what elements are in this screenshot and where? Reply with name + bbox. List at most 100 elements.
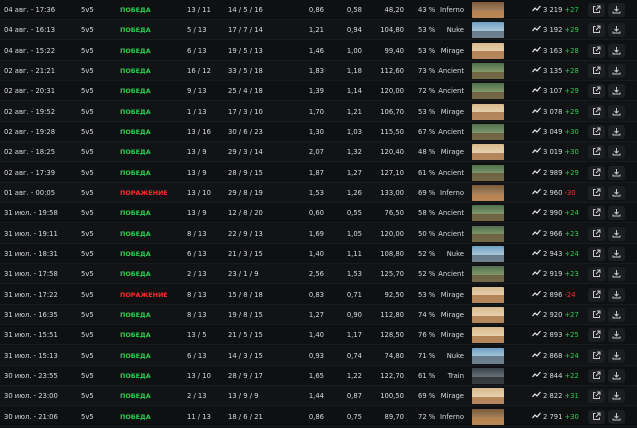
match-row[interactable]: 04 авг. - 16:13 5v5 ПОБЕДА 5 / 13 17 / 7… bbox=[0, 20, 637, 41]
download-demo-button[interactable] bbox=[608, 409, 625, 424]
open-match-button[interactable] bbox=[588, 23, 605, 38]
elo-delta: +27 bbox=[564, 6, 579, 14]
open-match-button[interactable] bbox=[588, 185, 605, 200]
open-match-button[interactable] bbox=[588, 206, 605, 221]
match-result: ПОБЕДА bbox=[120, 371, 151, 380]
download-demo-button[interactable] bbox=[608, 84, 625, 99]
elo-delta: +22 bbox=[564, 371, 579, 380]
match-score: 2 / 13 bbox=[187, 270, 207, 279]
download-demo-button[interactable] bbox=[608, 348, 625, 363]
match-row[interactable]: 30 июл. - 23:55 5v5 ПОБЕДА 13 / 10 28 / … bbox=[0, 366, 637, 386]
elo-value: 2 920 bbox=[543, 310, 563, 319]
download-demo-button[interactable] bbox=[608, 165, 625, 180]
map-thumbnail bbox=[472, 327, 504, 344]
match-date: 30 июл. - 23:00 bbox=[4, 392, 58, 401]
match-row[interactable]: 31 июл. - 15:51 5v5 ПОБЕДА 13 / 5 21 / 5… bbox=[0, 325, 637, 346]
open-match-button[interactable] bbox=[588, 3, 605, 17]
elo-value: 3 163 bbox=[543, 46, 563, 55]
match-row[interactable]: 31 июл. - 18:31 5v5 ПОБЕДА 6 / 13 21 / 3… bbox=[0, 244, 637, 264]
open-match-button[interactable] bbox=[588, 328, 605, 343]
download-demo-button[interactable] bbox=[608, 124, 625, 139]
match-row[interactable]: 02 авг. - 21:21 5v5 ПОБЕДА 16 / 12 33 / … bbox=[0, 60, 637, 81]
open-match-button[interactable] bbox=[588, 368, 605, 383]
match-row[interactable]: 31 июл. - 15:13 5v5 ПОБЕДА 6 / 13 14 / 3… bbox=[0, 345, 637, 366]
download-demo-button[interactable] bbox=[608, 43, 625, 58]
map-thumbnail-ground bbox=[472, 356, 504, 364]
match-row[interactable]: 31 июл. - 17:58 5v5 ПОБЕДА 2 / 13 23 / 1… bbox=[0, 264, 637, 285]
match-row[interactable]: 01 авг. - 00:05 5v5 ПОРАЖЕНИЕ 13 / 10 29… bbox=[0, 182, 637, 203]
match-row[interactable]: 31 июл. - 17:22 5v5 ПОРАЖЕНИЕ 8 / 13 15 … bbox=[0, 285, 637, 305]
open-match-button[interactable] bbox=[588, 145, 605, 160]
match-mode: 5v5 bbox=[81, 229, 94, 238]
match-mode: 5v5 bbox=[81, 188, 94, 197]
map-thumbnail-ground bbox=[472, 315, 504, 323]
open-match-button[interactable] bbox=[588, 389, 605, 404]
match-kda: 22 / 9 / 13 bbox=[228, 229, 263, 238]
download-demo-button[interactable] bbox=[608, 287, 625, 302]
match-row[interactable]: 02 авг. - 18:25 5v5 ПОБЕДА 13 / 9 29 / 3… bbox=[0, 142, 637, 163]
match-row[interactable]: 31 июл. - 16:35 5v5 ПОБЕДА 8 / 13 19 / 8… bbox=[0, 304, 637, 325]
match-row[interactable]: 04 авг. - 17:36 5v5 ПОБЕДА 13 / 11 14 / … bbox=[0, 0, 637, 20]
trend-up-icon bbox=[532, 81, 541, 101]
map-thumbnail bbox=[472, 286, 504, 303]
download-demo-button[interactable] bbox=[608, 104, 625, 119]
open-match-button[interactable] bbox=[588, 409, 605, 424]
download-demo-button[interactable] bbox=[608, 389, 625, 404]
match-elo: 3 019 +30 bbox=[532, 142, 579, 162]
match-kda: 29 / 3 / 14 bbox=[228, 148, 263, 157]
elo-delta: +27 bbox=[564, 310, 579, 319]
match-row[interactable]: 02 авг. - 17:39 5v5 ПОБЕДА 13 / 9 28 / 9… bbox=[0, 163, 637, 183]
match-map-name: Inferno bbox=[439, 188, 464, 197]
open-match-button[interactable] bbox=[588, 348, 605, 363]
elo-value: 2 822 bbox=[543, 392, 563, 401]
download-demo-button[interactable] bbox=[608, 23, 625, 38]
match-row[interactable]: 02 авг. - 20:31 5v5 ПОБЕДА 9 / 13 25 / 4… bbox=[0, 81, 637, 102]
download-demo-button[interactable] bbox=[608, 368, 625, 383]
match-date: 04 авг. - 16:13 bbox=[4, 26, 56, 35]
match-row[interactable]: 30 июл. - 21:06 5v5 ПОБЕДА 11 / 13 18 / … bbox=[0, 407, 637, 427]
match-elo: 3 135 +28 bbox=[532, 61, 579, 81]
match-row[interactable]: 02 авг. - 19:52 5v5 ПОБЕДА 1 / 13 17 / 3… bbox=[0, 101, 637, 122]
download-demo-button[interactable] bbox=[608, 267, 625, 282]
open-match-button[interactable] bbox=[588, 43, 605, 58]
map-thumbnail-ground bbox=[472, 295, 504, 303]
open-match-button[interactable] bbox=[588, 226, 605, 241]
download-demo-button[interactable] bbox=[608, 206, 625, 221]
open-match-button[interactable] bbox=[588, 307, 605, 322]
elo-value: 3 078 bbox=[543, 107, 563, 116]
download-demo-button[interactable] bbox=[608, 63, 625, 78]
open-match-button[interactable] bbox=[588, 267, 605, 282]
match-kr-ratio: 0,75 bbox=[346, 412, 362, 421]
match-map-name: Mirage bbox=[440, 46, 464, 55]
match-kd-ratio: 1,39 bbox=[308, 87, 324, 96]
match-row[interactable]: 31 июл. - 19:58 5v5 ПОБЕДА 13 / 9 12 / 8… bbox=[0, 203, 637, 224]
download-demo-button[interactable] bbox=[608, 246, 625, 261]
open-match-button[interactable] bbox=[588, 287, 605, 302]
trend-up-icon bbox=[532, 0, 541, 20]
download-demo-button[interactable] bbox=[608, 226, 625, 241]
open-match-button[interactable] bbox=[588, 165, 605, 180]
download-demo-button[interactable] bbox=[608, 185, 625, 200]
trend-up-icon bbox=[532, 346, 541, 366]
match-row[interactable]: 04 авг. - 15:22 5v5 ПОБЕДА 6 / 13 19 / 5… bbox=[0, 41, 637, 61]
match-adr: 112,60 bbox=[380, 66, 404, 75]
map-thumbnail-ground bbox=[472, 31, 504, 39]
match-score: 8 / 13 bbox=[187, 310, 207, 319]
match-kda: 23 / 1 / 9 bbox=[228, 270, 259, 279]
match-adr: 120,00 bbox=[380, 87, 404, 96]
open-match-button[interactable] bbox=[588, 63, 605, 78]
match-date: 02 авг. - 19:52 bbox=[4, 107, 56, 116]
match-row[interactable]: 31 июл. - 19:11 5v5 ПОБЕДА 8 / 13 22 / 9… bbox=[0, 223, 637, 244]
download-demo-button[interactable] bbox=[608, 307, 625, 322]
download-demo-button[interactable] bbox=[608, 328, 625, 343]
match-row[interactable]: 02 авг. - 19:28 5v5 ПОБЕДА 13 / 16 30 / … bbox=[0, 122, 637, 142]
map-thumbnail bbox=[472, 367, 504, 384]
open-match-button[interactable] bbox=[588, 104, 605, 119]
download-demo-button[interactable] bbox=[608, 3, 625, 17]
open-match-button[interactable] bbox=[588, 124, 605, 139]
open-match-button[interactable] bbox=[588, 84, 605, 99]
open-match-button[interactable] bbox=[588, 246, 605, 261]
match-row[interactable]: 30 июл. - 23:00 5v5 ПОБЕДА 2 / 13 13 / 9… bbox=[0, 386, 637, 407]
map-thumbnail bbox=[472, 388, 504, 405]
download-demo-button[interactable] bbox=[608, 145, 625, 160]
